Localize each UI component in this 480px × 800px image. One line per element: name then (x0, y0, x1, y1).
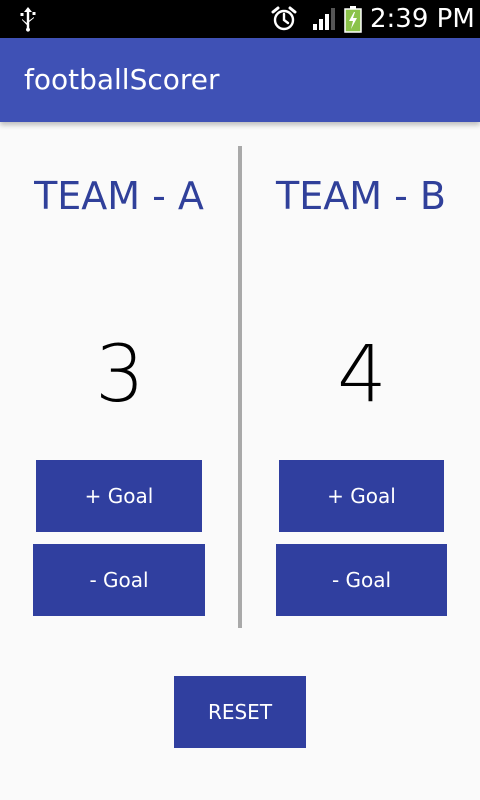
team-a-name: TEAM - A (34, 174, 204, 218)
status-bar: 2:39 PM (0, 0, 480, 38)
team-b-score: 4 (337, 330, 387, 420)
app-bar: footballScorer (0, 38, 480, 122)
signal-icon (313, 8, 335, 30)
usb-icon (20, 7, 36, 32)
app-title: footballScorer (24, 63, 220, 96)
team-a-remove-goal-button[interactable]: - Goal (33, 544, 205, 616)
team-a-add-goal-button[interactable]: + Goal (36, 460, 202, 532)
team-b-name: TEAM - B (276, 174, 446, 218)
status-clock: 2:39 PM (370, 4, 475, 34)
reset-button[interactable]: RESET (174, 676, 306, 748)
battery-charging-icon (344, 6, 362, 33)
team-b-add-goal-button[interactable]: + Goal (279, 460, 444, 532)
team-b-remove-goal-button[interactable]: - Goal (276, 544, 447, 616)
alarm-icon (271, 6, 297, 31)
team-a-score: 3 (95, 330, 145, 420)
